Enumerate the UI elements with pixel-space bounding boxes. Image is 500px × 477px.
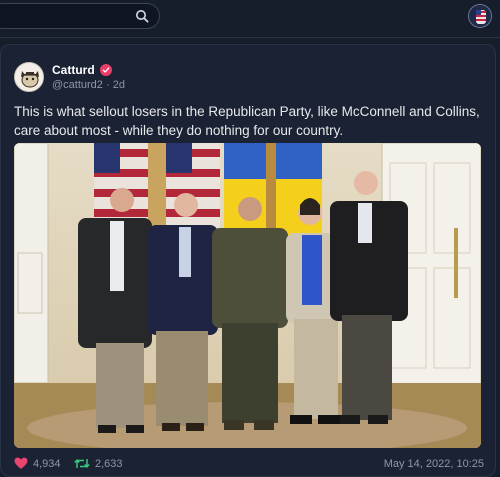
author-meta: @catturd2 · 2d	[52, 79, 125, 91]
author-name-row: Catturd	[52, 63, 112, 77]
retweet-stat[interactable]: 2,633	[74, 457, 123, 470]
account-avatar[interactable]	[468, 4, 492, 28]
like-count: 4,934	[33, 457, 61, 470]
tweet-timestamp[interactable]: May 14, 2022, 10:25	[384, 458, 484, 470]
top-bar	[0, 0, 500, 38]
search-input[interactable]	[5, 7, 135, 25]
author-name[interactable]: Catturd	[52, 63, 95, 77]
search-field[interactable]	[0, 3, 160, 29]
heart-icon[interactable]	[14, 457, 28, 470]
meta-separator: ·	[105, 79, 110, 91]
author-handle[interactable]: @catturd2	[52, 79, 103, 91]
author-avatar[interactable]	[14, 62, 44, 92]
flag-avatar-icon	[469, 5, 491, 27]
retweet-icon[interactable]	[74, 457, 90, 470]
tweet-text: This is what sellout losers in the Repub…	[14, 104, 480, 138]
search-icon[interactable]	[135, 9, 149, 23]
like-stat[interactable]: 4,934	[14, 457, 61, 470]
tweet-age[interactable]: 2d	[113, 79, 125, 91]
group-photo-image	[14, 143, 481, 448]
verified-badge-icon	[99, 64, 112, 76]
tweet-photo[interactable]	[14, 143, 481, 448]
retweet-count: 2,633	[95, 457, 123, 470]
tweet-footer: 4,934 2,633 May 14, 2022, 10:25	[14, 456, 484, 472]
